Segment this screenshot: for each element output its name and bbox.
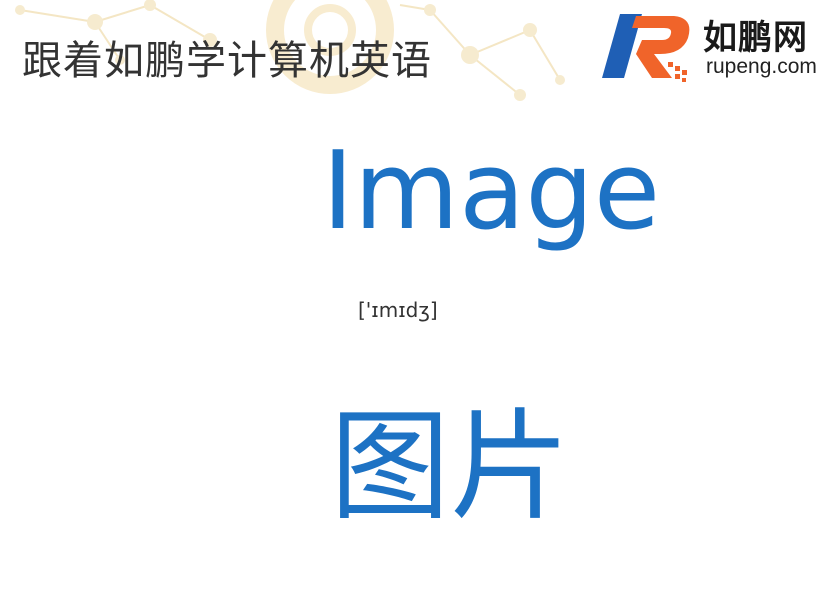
- page-title: 跟着如鹏学计算机英语: [22, 38, 432, 84]
- chinese-meaning: 图片: [330, 398, 570, 537]
- rupeng-logo-icon: [602, 14, 690, 82]
- brand-name: 如鹏网: [703, 18, 808, 58]
- brand-logo[interactable]: 如鹏网 rupeng.com: [600, 6, 836, 86]
- phonetic-transcription: ['ɪmɪdʒ]: [358, 298, 438, 322]
- vocabulary-word: Image: [322, 129, 661, 254]
- brand-domain: rupeng.com: [706, 55, 817, 78]
